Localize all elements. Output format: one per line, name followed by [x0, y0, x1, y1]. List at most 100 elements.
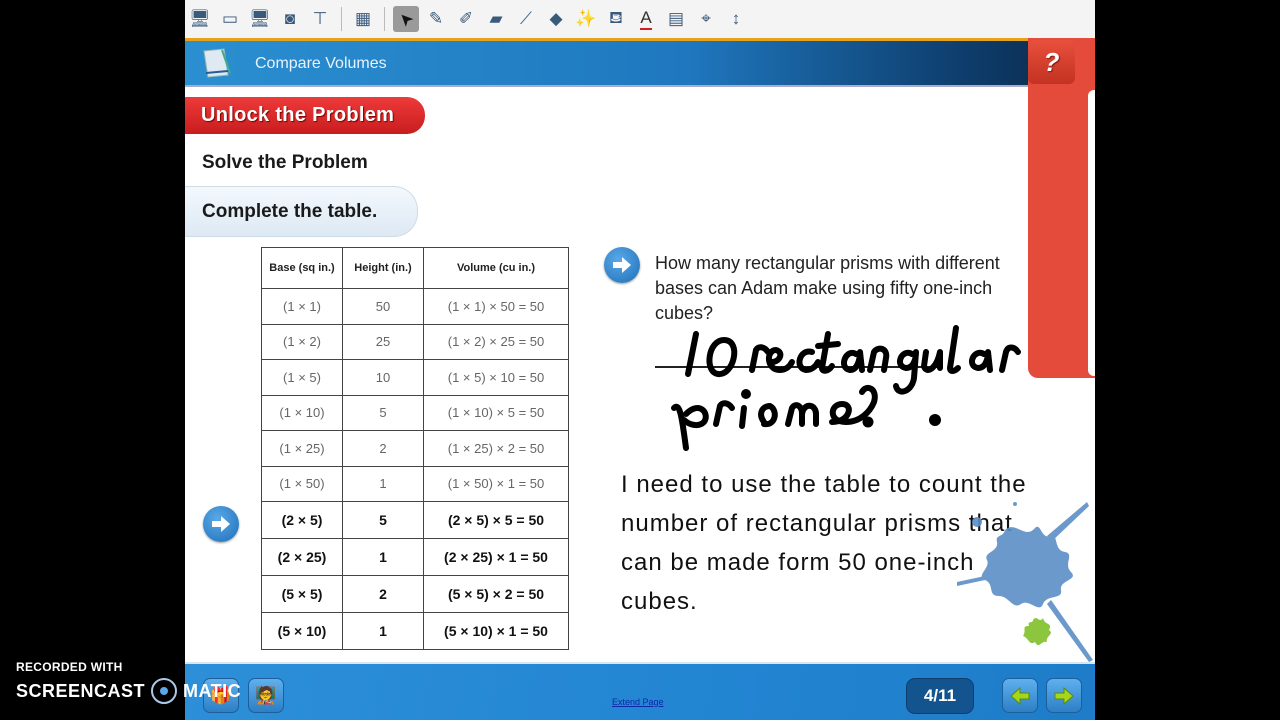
extend-page-link[interactable]: Extend Page: [612, 697, 664, 707]
eraser-tool-button[interactable]: ▰: [483, 6, 509, 32]
column-header-height: Height (in.): [342, 247, 424, 289]
select-pointer-tool-button[interactable]: ➤: [393, 6, 419, 32]
table-row: (1 × 50) 1 (1 × 50) × 1 = 50: [261, 465, 569, 502]
toolbar: 🖥 ▭ 🖥 ◙ ⊤ ▦ ➤ ✎ ✐ ▰ ⟋ ◆ ✨ ⛾ A ▤ ⌖ ↕: [185, 0, 1095, 41]
resize-vertical-tool-button[interactable]: ↕: [723, 6, 749, 32]
cell-base: (2 × 25): [261, 538, 343, 576]
table-header-row: Base (sq in.) Height (in.) Volume (cu in…: [261, 247, 569, 289]
teacher-button[interactable]: 🧑‍🏫: [248, 678, 284, 713]
page-title: Compare Volumes: [255, 55, 387, 72]
cell-volume: (5 × 10) × 1 = 50: [423, 612, 569, 650]
reveal-answer-arrow-button[interactable]: [604, 247, 640, 283]
watermark-brand-a: SCREENCAST: [16, 680, 146, 701]
pen-icon: ✎: [428, 9, 444, 28]
cell-base: (5 × 5): [261, 575, 343, 613]
magic-pen-tool-button[interactable]: ✨: [573, 6, 599, 32]
cell-height: 10: [342, 359, 424, 396]
text-format-tool-button[interactable]: ▤: [663, 6, 689, 32]
handwritten-answer-ink: [671, 325, 1021, 451]
column-header-base: Base (sq in.): [261, 247, 343, 289]
cell-volume: (1 × 5) × 10 = 50: [423, 359, 569, 396]
cell-height: 5: [342, 501, 424, 539]
text-format-icon: ▤: [667, 9, 685, 28]
camera-icon: ◙: [284, 9, 296, 28]
table-row-answer: (2 × 5) 5 (2 × 5) × 5 = 50: [261, 501, 569, 539]
cell-volume: (1 × 50) × 1 = 50: [423, 465, 569, 502]
next-page-button[interactable]: [1046, 678, 1082, 713]
text-icon: A: [640, 8, 652, 30]
cell-base: (1 × 1): [261, 288, 343, 325]
paint-splat-decoration: [957, 502, 1093, 662]
table-row-answer: (5 × 10) 1 (5 × 10) × 1 = 50: [261, 612, 569, 650]
cell-volume: (1 × 25) × 2 = 50: [423, 430, 569, 467]
pen-tool-button[interactable]: ✎: [423, 6, 449, 32]
text-tool-button[interactable]: A: [633, 6, 659, 32]
monitor-book-tool-button[interactable]: 🖥: [247, 6, 273, 32]
cell-height: 5: [342, 394, 424, 431]
line-tool-button[interactable]: ⟋: [513, 6, 539, 32]
monitor-blue-tool-button[interactable]: 🖥: [187, 6, 213, 32]
toolbar-separator: [384, 7, 385, 31]
arrow-right-icon: [1054, 686, 1074, 705]
shapes-icon: ◆: [549, 9, 563, 28]
bottom-navigation-bar: 🎁 🧑‍🏫 Extend Page 4/11: [185, 662, 1095, 720]
arrow-left-icon: [1010, 686, 1030, 705]
document-camera-icon: ⊤: [312, 9, 328, 28]
lesson-app: 🖥 ▭ 🖥 ◙ ⊤ ▦ ➤ ✎ ✐ ▰ ⟋ ◆ ✨ ⛾ A ▤ ⌖ ↕ Compare Volumes ? Unl…: [185, 0, 1095, 720]
monitor-blank-tool-button[interactable]: ▭: [217, 6, 243, 32]
arrow-right-icon: [613, 257, 631, 273]
cell-volume: (5 × 5) × 2 = 50: [423, 575, 569, 613]
cell-height: 2: [342, 430, 424, 467]
previous-page-button[interactable]: [1002, 678, 1038, 713]
header-bar: Compare Volumes: [185, 41, 1095, 87]
camera-tool-button[interactable]: ◙: [277, 6, 303, 32]
document-camera-tool-button[interactable]: ⊤: [307, 6, 333, 32]
cell-base: (1 × 2): [261, 323, 343, 360]
table-icon: ▦: [354, 9, 372, 28]
table-tool-button[interactable]: ▦: [350, 6, 376, 32]
cell-base: (1 × 25): [261, 430, 343, 467]
table-row-answer: (5 × 5) 2 (5 × 5) × 2 = 50: [261, 575, 569, 613]
cell-base: (2 × 5): [261, 501, 343, 539]
cell-height: 25: [342, 323, 424, 360]
table-row: (1 × 2) 25 (1 × 2) × 25 = 50: [261, 323, 569, 360]
watermark-brand-b: MATIC: [183, 680, 242, 701]
resize-vertical-icon: ↕: [731, 9, 741, 28]
column-header-volume: Volume (cu in.): [423, 247, 569, 289]
cell-base: (5 × 10): [261, 612, 343, 650]
compass-icon: ⌖: [701, 9, 711, 28]
volume-table: Base (sq in.) Height (in.) Volume (cu in…: [261, 247, 569, 650]
line-icon: ⟋: [520, 9, 532, 28]
cell-height: 1: [342, 538, 424, 576]
arrow-right-icon: [212, 516, 230, 532]
help-button[interactable]: ?: [1028, 40, 1075, 84]
select-pointer-icon: ➤: [393, 7, 418, 32]
shapes-tool-button[interactable]: ◆: [543, 6, 569, 32]
watermark-line1: RECORDED WITH: [16, 660, 123, 674]
eraser-icon: ▰: [489, 9, 503, 28]
cell-base: (1 × 50): [261, 465, 343, 502]
cell-volume: (2 × 25) × 1 = 50: [423, 538, 569, 576]
table-row-answer: (2 × 25) 1 (2 × 25) × 1 = 50: [261, 538, 569, 576]
teacher-icon: 🧑‍🏫: [255, 685, 277, 705]
cell-height: 50: [342, 288, 424, 325]
table-row: (1 × 1) 50 (1 × 1) × 50 = 50: [261, 288, 569, 325]
reveal-table-arrow-button[interactable]: [203, 506, 239, 542]
cell-volume: (2 × 5) × 5 = 50: [423, 501, 569, 539]
compass-tool-button[interactable]: ⌖: [693, 6, 719, 32]
monitor-book-icon: 🖥: [249, 9, 271, 28]
monitor-blue-icon: 🖥: [189, 9, 211, 28]
cell-height: 1: [342, 612, 424, 650]
solve-the-problem-heading: Solve the Problem: [202, 152, 368, 173]
highlighter-tool-button[interactable]: ✐: [453, 6, 479, 32]
notebook-logo-icon: [203, 48, 231, 78]
monitor-blank-icon: ▭: [221, 9, 239, 28]
cell-height: 1: [342, 465, 424, 502]
fill-bucket-tool-button[interactable]: ⛾: [603, 6, 629, 32]
highlighter-icon: ✐: [458, 9, 474, 28]
magic-pen-icon: ✨: [575, 9, 597, 28]
cell-base: (1 × 10): [261, 394, 343, 431]
instruction-banner: Complete the table.: [185, 186, 418, 237]
cell-height: 2: [342, 575, 424, 613]
cell-volume: (1 × 10) × 5 = 50: [423, 394, 569, 431]
